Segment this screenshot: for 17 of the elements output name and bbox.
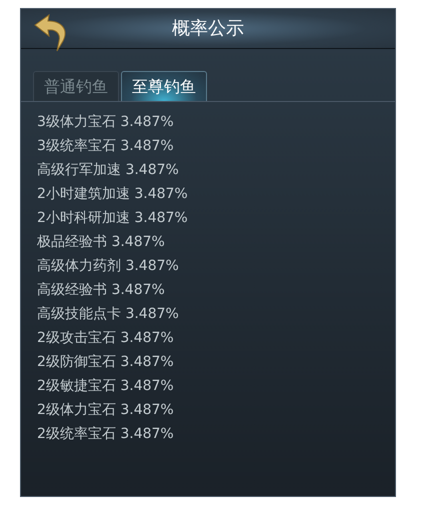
probability-line: 2级防御宝石 3.487% <box>37 353 174 372</box>
probability-line: 高级行军加速 3.487% <box>37 161 179 180</box>
probability-line: 3级统率宝石 3.487% <box>37 137 174 156</box>
probability-line: 2级统率宝石 3.487% <box>37 425 174 444</box>
window-title: 概率公示 <box>172 17 244 41</box>
probability-line: 高级经验书 3.487% <box>37 281 165 300</box>
probability-line: 高级技能点卡 3.487% <box>37 305 179 324</box>
probability-line: 3级体力宝石 3.487% <box>37 113 174 132</box>
probability-line: 2级敏捷宝石 3.487% <box>37 377 174 396</box>
probability-line: 2小时科研加速 3.487% <box>37 209 188 228</box>
tab[interactable]: 普通钓鱼 <box>33 71 119 101</box>
probability-line: 2级攻击宝石 3.487% <box>37 329 174 348</box>
tab[interactable]: 至尊钓鱼 <box>121 71 207 101</box>
probability-line: 极品经验书 3.487% <box>37 233 165 252</box>
probability-line: 2级体力宝石 3.487% <box>37 401 174 420</box>
probability-line: 高级体力药剂 3.487% <box>37 257 179 276</box>
probability-line: 2小时建筑加速 3.487% <box>37 185 188 204</box>
